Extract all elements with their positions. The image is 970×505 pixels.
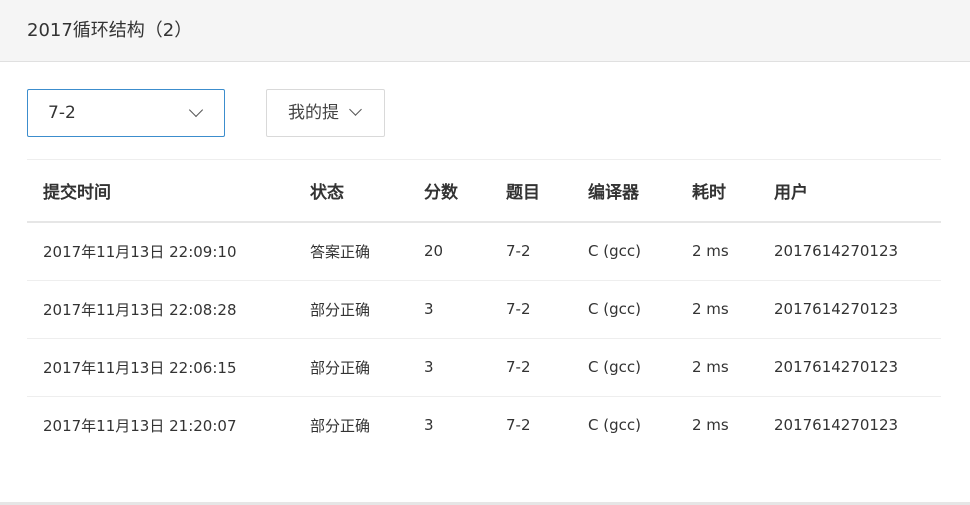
cell-compiler: C (gcc) [572, 280, 676, 339]
cell-problem[interactable]: 7-2 [490, 280, 572, 339]
table-row: 2017年11月13日 21:20:07 部分正确 3 7-2 C (gcc) … [27, 396, 941, 454]
cell-score[interactable]: 3 [408, 396, 490, 454]
cell-elapsed: 2 ms [692, 416, 729, 435]
cell-problem[interactable]: 7-2 [490, 396, 572, 454]
problem-select[interactable]: 7-2 [27, 89, 225, 137]
chevron-down-icon [349, 103, 362, 116]
cell-problem[interactable]: 7-2 [490, 338, 572, 397]
cell-time: 2017年11月13日 21:20:07 [43, 416, 237, 435]
cell-time: 2017年11月13日 22:06:15 [27, 338, 294, 397]
page-header: 2017循环结构（2） [0, 0, 970, 62]
cell-compiler: C (gcc) [572, 338, 676, 397]
col-header-time[interactable]: 提交时间 [27, 160, 294, 223]
col-header-status[interactable]: 状态 [294, 160, 408, 223]
cell-elapsed: 2 ms [676, 222, 758, 281]
cell-status[interactable]: 部分正确 [294, 396, 408, 454]
cell-status[interactable]: 部分正确 [294, 338, 408, 397]
cell-elapsed: 2 ms [676, 280, 758, 339]
cell-user: 2017614270123 [758, 280, 941, 339]
cell-user: 2017614270123 [758, 338, 941, 397]
cell-score[interactable]: 3 [408, 280, 490, 339]
cell-score[interactable]: 3 [408, 338, 490, 397]
table-row: 2017年11月13日 22:08:28 部分正确 3 7-2 C (gcc) … [27, 280, 941, 339]
problem-select-value: 7-2 [48, 103, 76, 123]
cell-problem[interactable]: 7-2 [490, 222, 572, 281]
submissions-table: 提交时间 状态 分数 题目 编译器 耗时 用户 2017年11月13日 22:0… [27, 160, 941, 454]
col-header-compiler[interactable]: 编译器 [572, 160, 676, 223]
cell-user: 2017614270123 [758, 222, 941, 281]
page-title: 2017循环结构（2） [27, 20, 193, 41]
cell-user: 2017614270123 [774, 416, 899, 435]
table-row: 2017年11月13日 22:09:10 答案正确 20 7-2 C (gcc)… [27, 222, 941, 281]
col-header-elapsed[interactable]: 耗时 [676, 160, 758, 223]
cell-score[interactable]: 20 [408, 222, 490, 281]
table-row: 2017年11月13日 22:06:15 部分正确 3 7-2 C (gcc) … [27, 338, 941, 397]
cell-elapsed: 2 ms [676, 338, 758, 397]
owner-filter-select[interactable]: 我的提 [266, 89, 385, 137]
table-header-row: 提交时间 状态 分数 题目 编译器 耗时 用户 [27, 160, 941, 223]
col-header-problem[interactable]: 题目 [490, 160, 572, 223]
cell-time: 2017年11月13日 22:09:10 [27, 222, 294, 281]
cell-status[interactable]: 答案正确 [294, 222, 408, 281]
col-header-user[interactable]: 用户 [758, 160, 941, 223]
col-header-score[interactable]: 分数 [408, 160, 490, 223]
owner-filter-value: 我的提 [288, 103, 339, 123]
cell-time: 2017年11月13日 22:08:28 [27, 280, 294, 339]
cell-compiler: C (gcc) [572, 222, 676, 281]
chevron-down-icon [188, 102, 204, 118]
cell-compiler: C (gcc) [588, 416, 641, 435]
cell-status[interactable]: 部分正确 [294, 280, 408, 339]
